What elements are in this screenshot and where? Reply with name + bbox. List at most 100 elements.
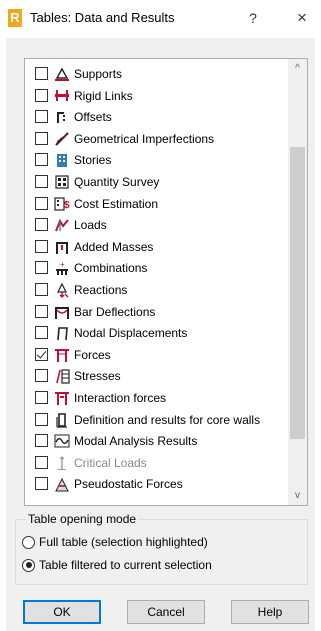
list-item-label: Stresses bbox=[74, 369, 121, 384]
forces-icon bbox=[54, 347, 70, 363]
checkbox[interactable] bbox=[35, 455, 48, 469]
geometrical-imperfections-icon bbox=[54, 131, 70, 147]
list-item-label: Combinations bbox=[74, 261, 148, 276]
ok-button[interactable]: OK bbox=[23, 600, 101, 624]
list-item[interactable]: Pseudostatic Forces bbox=[25, 474, 287, 496]
critical-loads-icon bbox=[54, 455, 70, 471]
checkbox[interactable] bbox=[35, 434, 48, 448]
list-item[interactable]: Rigid Links bbox=[25, 86, 287, 108]
table-opening-mode-group: Table opening mode Full table (selection… bbox=[15, 512, 308, 585]
interaction-forces-icon bbox=[54, 390, 70, 406]
list-item[interactable]: Added Masses bbox=[25, 237, 287, 259]
list-item[interactable]: Bar Deflections bbox=[25, 302, 287, 324]
svg-text:$: $ bbox=[64, 200, 70, 211]
list-item-label: Geometrical Imperfections bbox=[74, 131, 215, 146]
stresses-icon bbox=[54, 368, 70, 384]
checkbox[interactable] bbox=[35, 174, 48, 188]
pseudostatic-forces-icon bbox=[54, 476, 70, 492]
checkbox[interactable] bbox=[35, 477, 48, 491]
radio-label: Full table (selection highlighted) bbox=[39, 535, 208, 549]
checkbox[interactable] bbox=[35, 412, 48, 426]
list-item-label: Stories bbox=[74, 153, 112, 168]
list-item-label: Modal Analysis Results bbox=[74, 434, 198, 449]
radio-filtered-table[interactable]: Table filtered to current selection bbox=[22, 556, 212, 574]
checkbox[interactable] bbox=[35, 390, 48, 404]
list-item[interactable]: Modal Analysis Results bbox=[25, 431, 287, 453]
loads-icon bbox=[54, 217, 70, 233]
list-item-label: Rigid Links bbox=[74, 88, 133, 103]
app-logo-icon: R bbox=[8, 9, 22, 27]
list-item[interactable]: Reactions bbox=[25, 280, 287, 302]
checkbox[interactable] bbox=[35, 282, 48, 296]
cost-estimation-icon: $ bbox=[54, 196, 70, 212]
help-title-button[interactable]: ? bbox=[243, 8, 263, 28]
checkbox[interactable] bbox=[35, 369, 48, 383]
quantity-survey-icon bbox=[54, 174, 70, 190]
list-item[interactable]: Quantity Survey bbox=[25, 172, 287, 194]
checkbox[interactable] bbox=[35, 304, 48, 318]
modal-analysis-icon bbox=[54, 433, 70, 449]
list-item-label: Reactions bbox=[74, 282, 128, 297]
list-item[interactable]: Interaction forces bbox=[25, 388, 287, 410]
radio-full-table[interactable]: Full table (selection highlighted) bbox=[22, 533, 208, 551]
list-item[interactable]: Geometrical Imperfections bbox=[25, 129, 287, 151]
list-item-label: Interaction forces bbox=[74, 390, 167, 405]
list-item-label: Critical Loads bbox=[74, 455, 147, 470]
list-item-label: Pseudostatic Forces bbox=[74, 477, 183, 492]
checkbox[interactable] bbox=[35, 196, 48, 210]
list-item[interactable]: Offsets bbox=[25, 107, 287, 129]
radio-button-icon[interactable] bbox=[22, 558, 35, 572]
list-item[interactable]: Loads bbox=[25, 215, 287, 237]
svg-text:+: + bbox=[60, 260, 65, 269]
vertical-scrollbar[interactable]: ^ v bbox=[288, 59, 307, 505]
checkbox[interactable] bbox=[35, 239, 48, 253]
list-item-label: Quantity Survey bbox=[74, 174, 160, 189]
tables-list[interactable]: Supports Rigid Links Offsets Geometrical Im… bbox=[24, 58, 308, 506]
group-legend: Table opening mode bbox=[26, 512, 139, 526]
list-item-label: Nodal Displacements bbox=[74, 326, 188, 341]
list-item-label: Cost Estimation bbox=[74, 196, 159, 211]
checkbox[interactable] bbox=[35, 131, 48, 145]
scroll-up-arrow-icon[interactable]: ^ bbox=[288, 59, 307, 78]
combinations-icon: + bbox=[54, 260, 70, 276]
window-title: Tables: Data and Results bbox=[30, 10, 175, 25]
close-button[interactable]: × bbox=[292, 8, 312, 28]
help-button[interactable]: Help bbox=[231, 600, 309, 624]
checkbox[interactable] bbox=[35, 261, 48, 275]
checkbox[interactable] bbox=[35, 347, 48, 361]
scroll-down-arrow-icon[interactable]: v bbox=[288, 486, 307, 505]
list-item[interactable]: Critical Loads bbox=[25, 453, 287, 475]
checkbox[interactable] bbox=[35, 110, 48, 124]
list-item[interactable]: Stories bbox=[25, 150, 287, 172]
list-item-label: Bar Deflections bbox=[74, 304, 156, 319]
tables-list-items: Supports Rigid Links Offsets Geometrical Im… bbox=[25, 64, 287, 496]
list-item[interactable]: + Combinations bbox=[25, 258, 287, 280]
list-item-label: Supports bbox=[74, 67, 123, 81]
nodal-displacements-icon bbox=[54, 325, 70, 341]
title-bar: R Tables: Data and Results ? × bbox=[0, 0, 321, 36]
stories-icon bbox=[54, 152, 70, 168]
checkbox[interactable] bbox=[35, 67, 48, 80]
reactions-icon bbox=[54, 282, 70, 298]
list-item[interactable]: Stresses bbox=[25, 366, 287, 388]
supports-icon bbox=[54, 66, 70, 82]
checkbox[interactable] bbox=[35, 153, 48, 167]
list-item-label: Loads bbox=[74, 218, 107, 233]
radio-button-icon[interactable] bbox=[22, 535, 35, 549]
list-item[interactable]: $ Cost Estimation bbox=[25, 194, 287, 216]
list-item-label: Definition and results for core walls bbox=[74, 412, 261, 427]
list-item[interactable]: Definition and results for core walls bbox=[25, 410, 287, 432]
list-item-label: Offsets bbox=[74, 110, 112, 125]
rigid-links-icon bbox=[54, 88, 70, 104]
added-masses-icon bbox=[54, 239, 70, 255]
scroll-thumb[interactable] bbox=[290, 147, 305, 439]
list-item[interactable]: Nodal Displacements bbox=[25, 323, 287, 345]
list-item[interactable]: Supports bbox=[25, 64, 287, 86]
list-item[interactable]: Forces bbox=[25, 345, 287, 367]
cancel-button[interactable]: Cancel bbox=[127, 600, 205, 624]
checkbox[interactable] bbox=[35, 218, 48, 232]
checkbox[interactable] bbox=[35, 326, 48, 340]
checkbox[interactable] bbox=[35, 88, 48, 102]
list-item-label: Added Masses bbox=[74, 239, 154, 254]
list-item-label: Forces bbox=[74, 347, 111, 362]
